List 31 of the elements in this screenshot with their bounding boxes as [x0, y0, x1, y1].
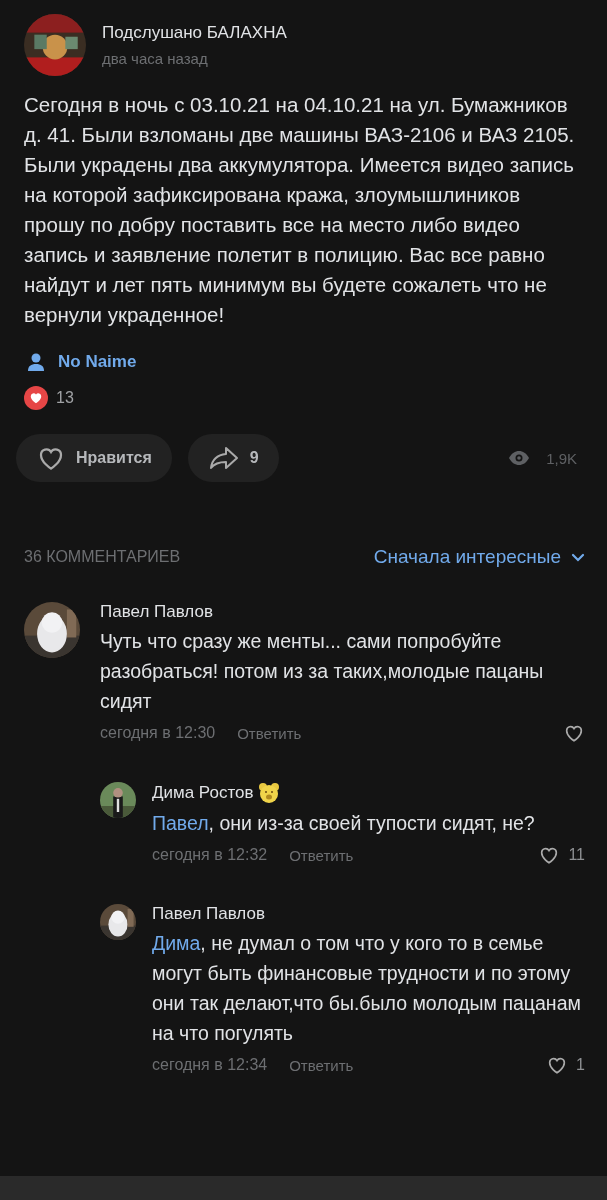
- share-icon: [207, 445, 240, 471]
- reaction-count: 13: [56, 389, 74, 407]
- sort-dropdown[interactable]: Сначала интересные: [373, 546, 585, 568]
- reply-button[interactable]: Ответить: [237, 724, 302, 742]
- view-count: 1,9K: [546, 449, 577, 467]
- comment-time: сегодня в 12:30: [100, 724, 216, 742]
- comment-text: Чуть что сразу же менты... сами попробуйте разобраться! потом из за таких,молодые пацаны сидят: [100, 629, 545, 714]
- comment-time: сегодня в 12:34: [152, 1056, 268, 1074]
- mention-link[interactable]: Павел: [152, 812, 209, 834]
- post-text: Сегодня в ночь с 03.10.21 на 04.10.21 на ул. Бумажников д. 41. Были взломаны две машины ВАЗ-2106 и ВАЗ 2105. Были украдены два аккумулятора. Имеется видео запись на которой зафиксирована кража, злоумышлиников прошу по добру поставить все на место либо видео запись и заявление полетит в полицию. Вас все равно найдут и лет пять минимум вы будете сожалеть что не вернули украденное!: [23, 92, 576, 328]
- group-name[interactable]: Подслушано БАЛАХНА: [102, 23, 287, 43]
- commenter-name[interactable]: Дима Ростов: [152, 783, 254, 803]
- eye-icon: [508, 450, 531, 466]
- person-icon: [28, 353, 44, 371]
- mention-link[interactable]: Дима: [152, 932, 201, 954]
- comment-time: сегодня в 12:32: [152, 846, 268, 864]
- comment-count: 36 КОММЕНТАРИЕВ: [24, 548, 181, 566]
- like-count: 1: [576, 1056, 585, 1074]
- post-time: два часа назад: [102, 50, 209, 67]
- like-count: 11: [568, 846, 585, 864]
- comment-text: Дима, не думал о том что у кого то в семье могут быть финансовые трудности и по этому они так делают,что бы.было молодым пацанам на что погулять: [152, 931, 582, 1046]
- reply-button[interactable]: Ответить: [289, 846, 354, 864]
- signer-link[interactable]: No Naime: [58, 352, 137, 372]
- reply-button[interactable]: Ответить: [289, 1056, 354, 1074]
- share-button[interactable]: 9: [187, 434, 279, 482]
- commenter-name[interactable]: Павел Павлов: [100, 602, 213, 622]
- comment-text: Павел, они из-за своей тупости сидят, не?: [152, 811, 536, 836]
- like-button[interactable]: Нравится: [16, 434, 172, 482]
- commenter-name[interactable]: Павел Павлов: [152, 904, 265, 924]
- chevron-icon: [571, 552, 585, 562]
- heart-reaction-icon: [24, 386, 48, 410]
